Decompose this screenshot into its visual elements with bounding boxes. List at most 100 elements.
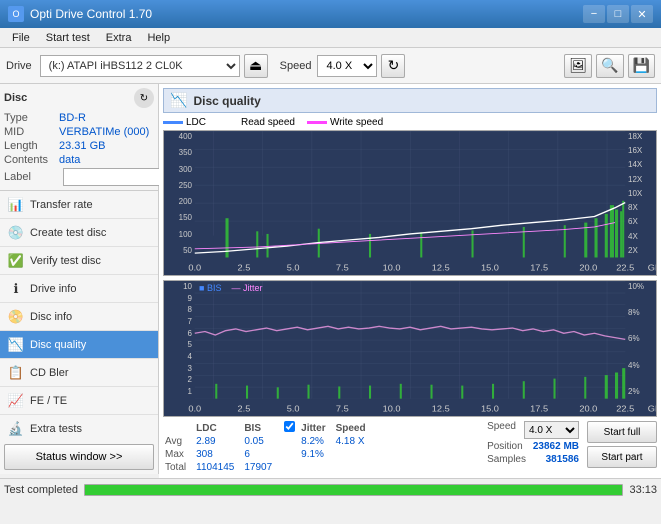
contents-label: Contents [4,154,59,166]
main-content: Disc ↻ Type BD-R MID VERBATIMe (000) Len… [0,84,661,478]
app-icon: O [8,6,24,22]
menu-extra[interactable]: Extra [98,30,140,46]
jitter-col-header: Jitter [299,421,333,435]
avg-ldc: 2.89 [194,435,242,448]
verify-test-disc-label: Verify test disc [30,255,101,267]
stats-table: LDC BIS Jitter Speed Avg 2.89 0.05 [163,421,479,474]
avg-jitter: 8.2% [299,435,333,448]
svg-text:20.0: 20.0 [579,263,597,272]
sidebar-item-verify-test-disc[interactable]: ✅ Verify test disc [0,247,158,275]
legend-write-speed: Write speed [307,117,383,128]
jitter-checkbox[interactable] [284,421,295,432]
eject-button[interactable]: ⏏ [244,54,268,78]
speed-display-select[interactable]: 4.0 X [524,421,579,439]
max-jitter: 9.1% [299,448,333,461]
legend-read-speed: Read speed [218,117,295,128]
menu-start-test[interactable]: Start test [38,30,98,46]
upper-chart-svg: 0.0 2.5 5.0 7.5 10.0 12.5 15.0 17.5 20.0… [164,131,656,275]
length-value: 23.31 GB [59,140,105,152]
svg-text:12.5: 12.5 [432,404,450,413]
close-button[interactable]: ✕ [631,5,653,23]
svg-text:15.0: 15.0 [481,404,499,413]
disc-refresh-icon[interactable]: ↻ [134,88,154,108]
speed-select[interactable]: 4.0 X 2.0 X 1.0 X [317,55,377,77]
max-bis: 6 [242,448,280,461]
drive-label: Drive [6,60,32,72]
fe-te-label: FE / TE [30,395,67,407]
minimize-button[interactable]: − [583,5,605,23]
sidebar-item-create-test-disc[interactable]: 💿 Create test disc [0,219,158,247]
create-test-disc-icon: 💿 [8,225,24,241]
transfer-rate-label: Transfer rate [30,199,93,211]
avg-speed: 4.18 X [334,435,374,448]
maximize-button[interactable]: □ [607,5,629,23]
position-value: 23862 MB [533,441,579,452]
title-bar-controls: − □ ✕ [583,5,653,23]
disc-info-icon: 📀 [8,309,24,325]
title-bar-left: O Opti Drive Control 1.70 [8,6,152,22]
cd-bler-label: CD Bler [30,367,69,379]
ldc-label: LDC [186,117,206,128]
svg-text:22.5: 22.5 [616,263,634,272]
status-text: Test completed [4,484,78,496]
verify-test-disc-icon: ✅ [8,253,24,269]
length-label: Length [4,140,59,152]
total-label: Total [163,461,194,474]
extra-tests-icon: 🔬 [8,421,24,437]
max-ldc: 308 [194,448,242,461]
menu-help[interactable]: Help [139,30,178,46]
type-label: Type [4,112,59,124]
drive-info-icon: ℹ [8,281,24,297]
status-window-button[interactable]: Status window >> [4,444,154,470]
disc-quality-icon: 📉 [8,337,24,353]
disc-quality-label: Disc quality [30,339,86,351]
action-buttons: Start full Start part [587,421,657,468]
max-label: Max [163,448,194,461]
cd-bler-icon: 📋 [8,365,24,381]
contents-value: data [59,154,80,166]
disc-title: Disc [4,92,27,104]
svg-text:5.0: 5.0 [287,263,300,272]
sidebar-item-cd-bler[interactable]: 📋 CD Bler [0,359,158,387]
sidebar-nav: 📊 Transfer rate 💿 Create test disc ✅ Ver… [0,191,158,440]
svg-text:2.5: 2.5 [238,263,251,272]
time-display: 33:13 [629,484,657,496]
menu-file[interactable]: File [4,30,38,46]
sidebar-item-disc-info[interactable]: 📀 Disc info [0,303,158,331]
sidebar-item-transfer-rate[interactable]: 📊 Transfer rate [0,191,158,219]
start-full-button[interactable]: Start full [587,421,657,443]
sidebar-item-disc-quality[interactable]: 📉 Disc quality [0,331,158,359]
svg-text:5.0: 5.0 [287,404,300,413]
write-speed-label: Write speed [330,117,383,128]
sidebar-item-extra-tests[interactable]: 🔬 Extra tests [0,415,158,440]
svg-text:10.0: 10.0 [383,404,401,413]
menu-bar: File Start test Extra Help [0,28,661,48]
svg-text:2.5: 2.5 [238,404,251,413]
transfer-rate-icon: 📊 [8,197,24,213]
progress-bar-fill [85,485,622,495]
create-test-disc-label: Create test disc [30,227,106,239]
start-part-button[interactable]: Start part [587,446,657,468]
save-button[interactable]: 💾 [628,54,655,78]
drive-info-label: Drive info [30,283,76,295]
scan-button[interactable]: 🔍 [596,54,623,78]
read-speed-label: Read speed [241,117,295,128]
position-label: Position [487,441,523,452]
svg-text:22.5: 22.5 [616,404,634,413]
svg-text:GB: GB [648,404,656,413]
sidebar-item-fe-te[interactable]: 📈 FE / TE [0,387,158,415]
lower-chart: 10 9 8 7 6 5 4 3 2 1 10% 8% 6% 4% 2% ■ [163,280,657,417]
svg-text:7.5: 7.5 [336,404,349,413]
speed-col-header: Speed [334,421,374,435]
drive-select[interactable]: (k:) ATAPI iHBS112 2 CL0K [40,55,240,77]
image-button[interactable]: 🖼 [564,54,592,78]
stats-area: LDC BIS Jitter Speed Avg 2.89 0.05 [163,421,657,474]
refresh-button[interactable]: ↻ [381,54,405,78]
sidebar-item-drive-info[interactable]: ℹ Drive info [0,275,158,303]
chart-area: 📉 Disc quality LDC Read speed Write spee… [159,84,661,478]
svg-text:10.0: 10.0 [383,263,401,272]
samples-label: Samples [487,454,526,465]
speed-display-label: Speed [487,421,516,439]
status-bar: Test completed 33:13 [0,478,661,500]
chart-title: Disc quality [193,94,260,108]
